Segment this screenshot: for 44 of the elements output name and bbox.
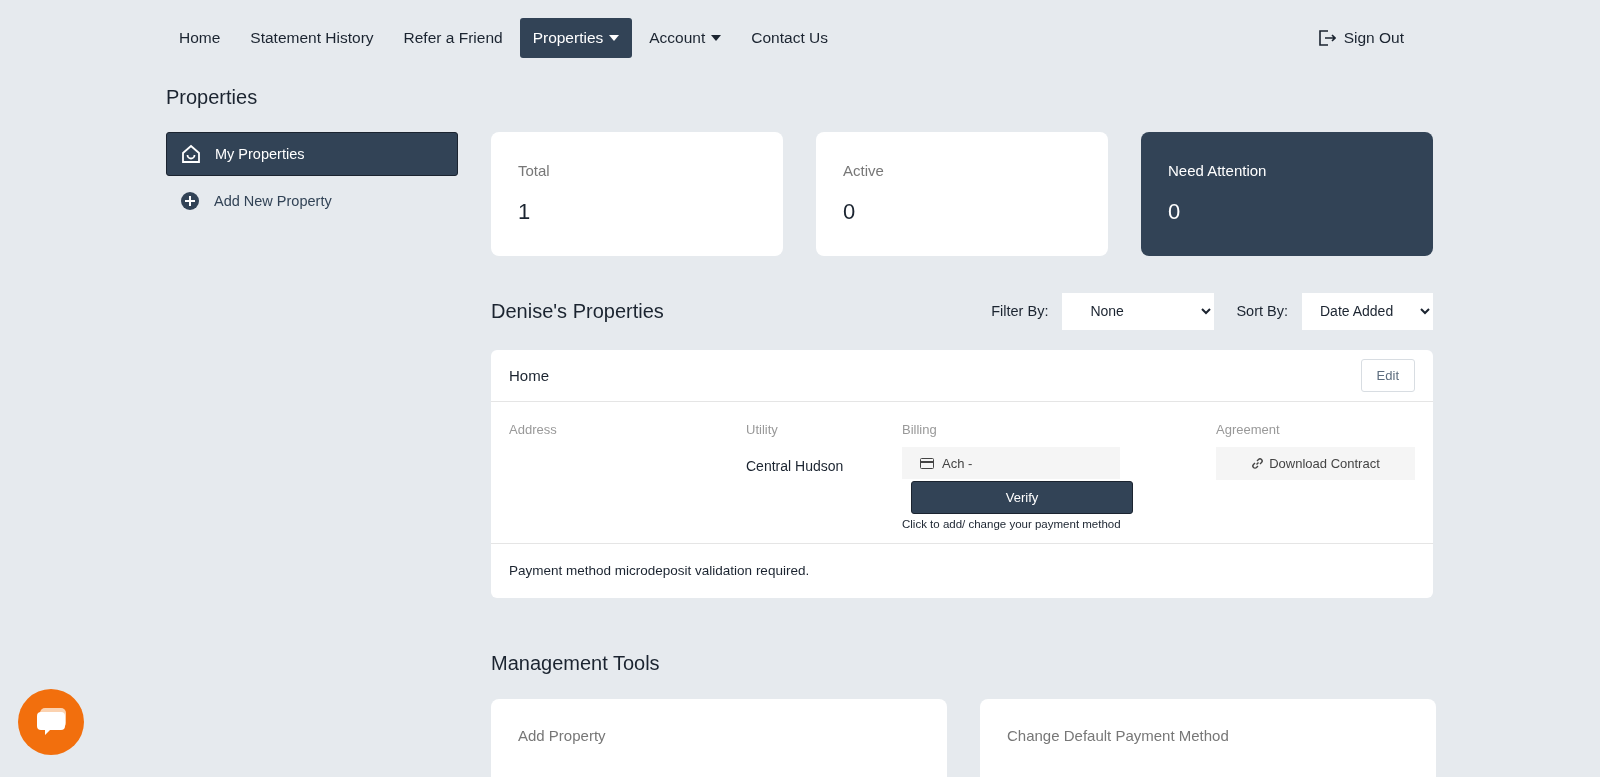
credit-card-icon — [920, 457, 934, 469]
sidebar-item[interactable]: Add New Property — [166, 180, 458, 222]
stat-value: 0 — [843, 199, 857, 225]
section-title: Management Tools — [491, 652, 661, 675]
sort-label: Sort By: — [1236, 303, 1288, 319]
notice-text: Payment method microdeposit validation required. — [508, 562, 811, 580]
payment-method-field: Ach - — [902, 447, 1120, 479]
page-title: Properties — [166, 86, 259, 110]
address-label: Address — [509, 422, 558, 437]
download-contract-button[interactable]: Download Contract — [1216, 447, 1415, 480]
nav-link[interactable]: Home — [166, 18, 234, 58]
house-icon — [181, 144, 201, 164]
add-circle-icon — [180, 191, 200, 211]
property-name: Home — [509, 367, 549, 384]
sort-select[interactable]: Date Added — [1302, 292, 1433, 330]
stat-value: 1 — [518, 199, 532, 225]
verify-button[interactable]: Verify — [911, 481, 1133, 514]
caret-icon — [609, 35, 620, 41]
utility-label: Utility — [746, 422, 779, 437]
section-title: Denise's Properties — [491, 299, 665, 323]
link-icon — [1251, 457, 1265, 470]
tool-card[interactable]: Change Default Payment Method — [980, 699, 1436, 777]
caret-icon — [711, 35, 722, 41]
billing-label: Billing — [902, 422, 938, 437]
sign-out-icon — [1317, 29, 1336, 47]
stat-label: Active — [843, 162, 885, 179]
filter-label: Filter By: — [991, 303, 1049, 319]
sign-out-link[interactable]: Sign Out — [1304, 18, 1417, 58]
nav-link[interactable]: Statement History — [237, 18, 387, 58]
tool-card[interactable]: Add Property — [491, 699, 947, 777]
nav-link[interactable]: Refer a Friend — [390, 18, 516, 58]
nav-link[interactable]: Account — [636, 18, 735, 58]
edit-button[interactable]: Edit — [1360, 359, 1415, 392]
agreement-label: Agreement — [1216, 422, 1281, 437]
stat-value: 0 — [1168, 199, 1182, 225]
utility-value: Central Hudson — [746, 458, 845, 474]
sidebar-item[interactable]: My Properties — [166, 132, 458, 176]
nav-link[interactable]: Contact Us — [738, 18, 841, 58]
stat-label: Need Attention — [1168, 162, 1268, 179]
nav-link[interactable]: Properties — [519, 18, 633, 58]
filter-select[interactable]: None — [1062, 292, 1215, 330]
chat-bubbles-icon — [34, 706, 68, 738]
billing-hint: Click to add/ change your payment method — [902, 518, 1122, 530]
stat-label: Total — [518, 162, 551, 179]
